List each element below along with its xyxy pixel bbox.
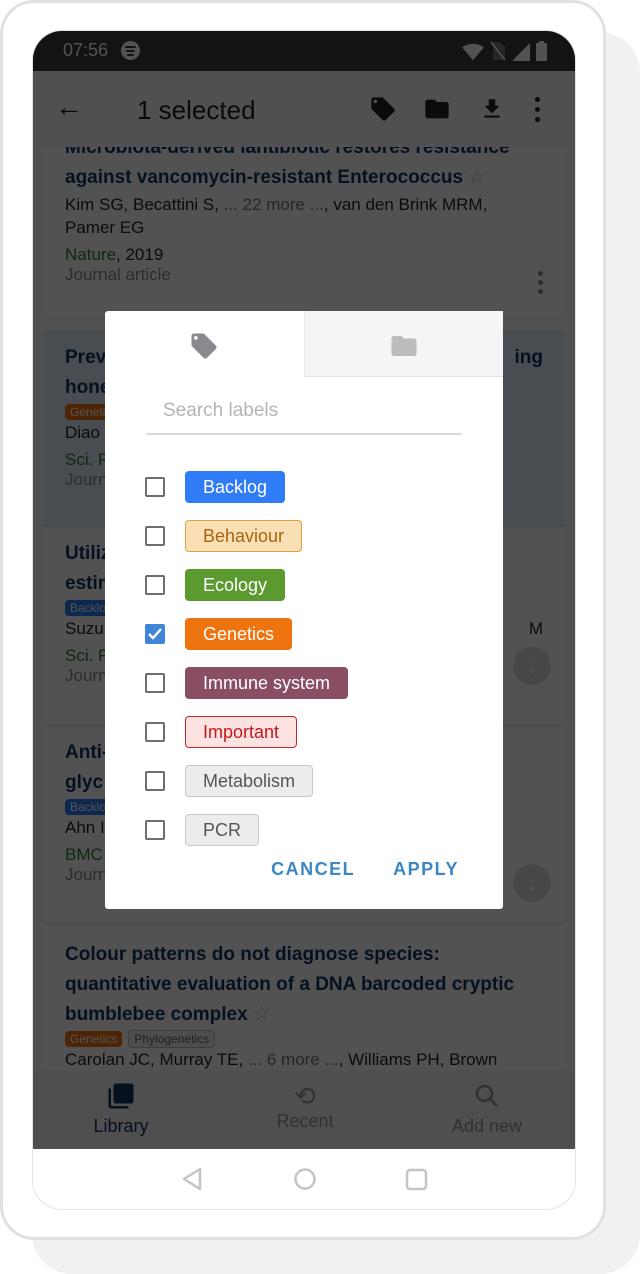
label-checkbox[interactable] xyxy=(145,575,165,595)
tab-labels[interactable] xyxy=(105,311,304,377)
label-checkbox[interactable] xyxy=(145,722,165,742)
label-checkbox[interactable] xyxy=(145,526,165,546)
label-option[interactable]: Metabolism xyxy=(145,765,314,797)
home-circle-icon[interactable] xyxy=(293,1167,317,1196)
label-chip: Backlog xyxy=(185,471,286,503)
label-chip: Behaviour xyxy=(185,520,303,552)
label-checkbox[interactable] xyxy=(145,477,165,497)
label-chip: Important xyxy=(185,716,298,748)
label-option[interactable]: Genetics xyxy=(145,618,293,650)
label-checkbox[interactable] xyxy=(145,624,165,644)
label-checkbox[interactable] xyxy=(145,673,165,693)
dialog-actions: CANCEL APPLY xyxy=(271,859,459,880)
label-chip: Ecology xyxy=(185,569,286,601)
app-content: Microbiota-derived lantibiotic restores … xyxy=(33,31,575,1149)
label-icon xyxy=(189,331,219,366)
cancel-button[interactable]: CANCEL xyxy=(271,859,355,880)
label-chip: Genetics xyxy=(185,618,293,650)
apply-button[interactable]: APPLY xyxy=(393,859,459,880)
label-chip: Metabolism xyxy=(185,765,314,797)
folder-icon xyxy=(389,331,419,366)
tab-folders[interactable] xyxy=(304,311,503,377)
phone-screen: Microbiota-derived lantibiotic restores … xyxy=(32,30,576,1210)
label-option[interactable]: Immune system xyxy=(145,667,349,699)
label-option[interactable]: Ecology xyxy=(145,569,286,601)
search-labels-input[interactable] xyxy=(147,389,461,435)
checkmark-icon xyxy=(148,628,162,640)
label-chip: Immune system xyxy=(185,667,349,699)
dialog-tabs xyxy=(105,311,503,377)
label-option[interactable]: Important xyxy=(145,716,298,748)
label-dialog: Backlog Behaviour Ecology Genetics Immune sy… xyxy=(105,311,503,909)
label-checkbox[interactable] xyxy=(145,771,165,791)
system-navigation-bar xyxy=(33,1149,575,1209)
recents-square-icon[interactable] xyxy=(405,1168,429,1197)
label-option[interactable]: Backlog xyxy=(145,471,286,503)
label-checkbox[interactable] xyxy=(145,820,165,840)
label-option[interactable]: Behaviour xyxy=(145,520,303,552)
label-chip: PCR xyxy=(185,814,260,846)
back-triangle-icon[interactable] xyxy=(181,1167,203,1196)
label-option[interactable]: PCR xyxy=(145,814,260,846)
